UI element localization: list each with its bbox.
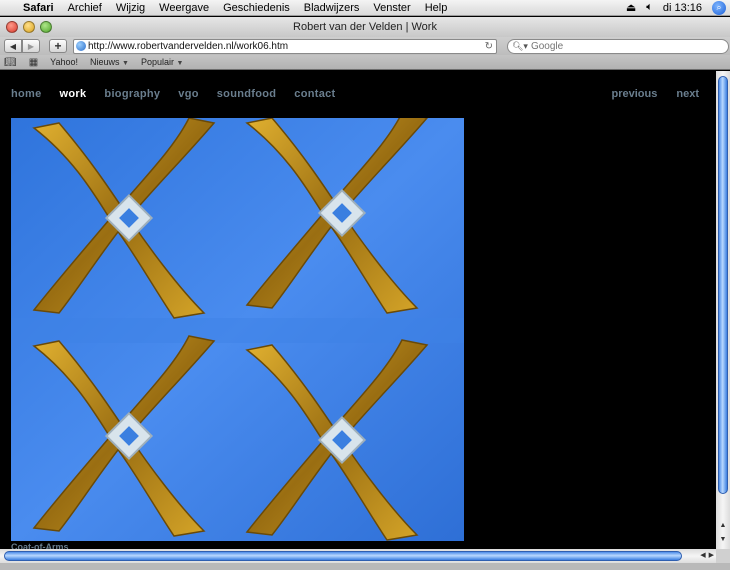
address-field[interactable]: http://www.robertvandervelden.nl/work06.…: [73, 38, 497, 54]
horizontal-scroll-thumb[interactable]: [4, 551, 682, 561]
bookmark-yahoo[interactable]: Yahoo!: [50, 57, 78, 67]
horizontal-scroll-arrows[interactable]: ◀ ▶: [700, 549, 714, 563]
chevron-down-icon: ▼: [122, 60, 129, 67]
nav-biography[interactable]: biography: [104, 88, 160, 100]
nav-soundfood[interactable]: soundfood: [217, 88, 277, 100]
back-button[interactable]: ◀: [4, 39, 22, 53]
menubar-status: ⏏ 🔈︎ di 13:16 ⌕: [626, 0, 730, 15]
menu-weergave[interactable]: Weergave: [152, 0, 216, 16]
nav-contact[interactable]: contact: [294, 88, 335, 100]
chevron-down-icon: ▼: [176, 60, 184, 67]
search-icon[interactable]: 🔍︎▾: [512, 40, 528, 53]
window-bottom-frame: [0, 563, 730, 570]
close-button[interactable]: [6, 21, 18, 33]
zoom-button[interactable]: [40, 21, 52, 33]
horizontal-scrollbar[interactable]: ◀ ▶: [0, 549, 716, 563]
vertical-scroll-arrows[interactable]: ▲ ▼: [716, 519, 730, 549]
menu-safari[interactable]: Safari: [16, 0, 61, 16]
menu-archief[interactable]: Archief: [61, 0, 109, 16]
search-field[interactable]: 🔍︎▾: [507, 38, 729, 54]
window-title: Robert van der Velden | Work: [293, 21, 437, 33]
bookmark-populair-label: Populair: [140, 57, 175, 67]
menu-venster[interactable]: Venster: [366, 0, 417, 16]
site-nav: home work biography vgo soundfood contac…: [11, 88, 336, 100]
bookmark-populair[interactable]: Populair ▼: [141, 57, 183, 67]
nav-work[interactable]: work: [60, 88, 87, 100]
bookmark-nieuws-label: Nieuws: [90, 57, 120, 67]
menubar: Safari Archief Wijzig Weergave Geschiede…: [0, 0, 730, 16]
vertical-scroll-thumb[interactable]: [718, 76, 728, 494]
reload-icon[interactable]: ↻: [485, 40, 493, 53]
bookmark-nieuws[interactable]: Nieuws ▼: [90, 57, 129, 67]
previous-link[interactable]: previous: [612, 88, 658, 100]
clock[interactable]: di 13:16: [663, 2, 702, 14]
nav-home[interactable]: home: [11, 88, 42, 100]
menu-bladwijzers[interactable]: Bladwijzers: [297, 0, 367, 16]
minimize-button[interactable]: [23, 21, 35, 33]
pager: previous next: [612, 88, 699, 100]
volume-icon[interactable]: 🔈︎: [646, 1, 653, 14]
bookmarks-bar: 📖︎ ▦ Yahoo! Nieuws ▼ Populair ▼: [0, 55, 730, 70]
nav-vgo[interactable]: vgo: [178, 88, 198, 100]
resize-corner[interactable]: [716, 549, 730, 563]
url-text: http://www.robertvandervelden.nl/work06.…: [88, 40, 289, 52]
spotlight-icon[interactable]: ⌕: [712, 0, 726, 15]
next-link[interactable]: next: [676, 88, 699, 100]
add-bookmark-button[interactable]: +: [49, 39, 67, 53]
vertical-scrollbar[interactable]: ▲ ▼: [716, 71, 730, 549]
forward-button[interactable]: ▶: [22, 39, 40, 53]
menu-wijzig[interactable]: Wijzig: [109, 0, 152, 16]
menu-geschiedenis[interactable]: Geschiedenis: [216, 0, 297, 16]
top-sites-grid-icon[interactable]: ▦: [29, 57, 38, 68]
browser-toolbar: ◀ ▶ + http://www.robertvandervelden.nl/w…: [0, 37, 730, 55]
eject-icon[interactable]: ⏏: [626, 1, 636, 14]
globe-icon: [76, 40, 86, 51]
artwork-image: [11, 118, 464, 541]
search-input[interactable]: [530, 40, 711, 52]
menu-help[interactable]: Help: [418, 0, 455, 16]
window-controls: [6, 21, 52, 33]
window-titlebar: Robert van der Velden | Work: [0, 17, 730, 37]
web-page: home work biography vgo soundfood contac…: [0, 71, 716, 552]
book-icon[interactable]: 📖︎: [4, 57, 17, 68]
